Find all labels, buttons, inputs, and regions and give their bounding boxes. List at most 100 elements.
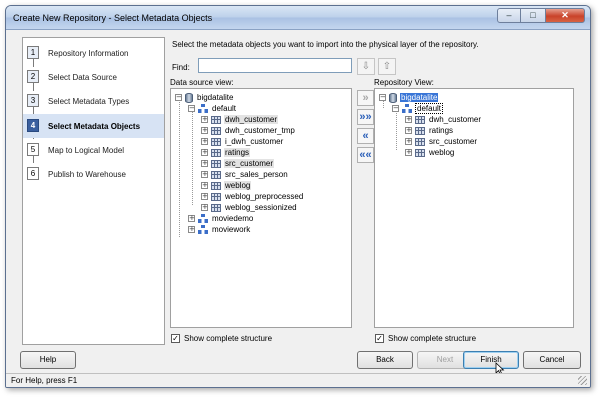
tree-guide-line [179,100,180,237]
title-bar[interactable]: Create New Repository - Select Metadata … [6,6,590,30]
tree-node-table[interactable]: + ratings [201,147,251,158]
tree-node-label: moviework [212,225,251,234]
checkbox-label: Show complete structure [184,334,273,343]
schema-icon [198,225,208,234]
wizard-step-select-metadata-types[interactable]: 3 Select Metadata Types [23,89,164,113]
collapse-icon[interactable]: − [379,94,386,101]
tree-node-schema[interactable]: + moviework [188,224,251,235]
expand-icon[interactable]: + [201,171,208,178]
tree-node-schema[interactable]: − default [188,103,237,114]
tree-node-label: weblog [224,181,252,190]
tree-node-label: bigdatalite [197,93,234,102]
checkbox-checked-icon[interactable]: ✓ [375,334,384,343]
tree-node-table[interactable]: + dwh_customer [201,114,279,125]
tree-node-table[interactable]: + weblog [201,180,252,191]
step-label: Map to Logical Model [48,146,125,155]
checkbox-label: Show complete structure [388,334,477,343]
back-button[interactable]: Back [357,351,413,369]
resize-grip-icon[interactable] [578,376,587,385]
tree-node-table[interactable]: + dwh_customer_tmp [201,125,296,136]
table-icon [415,126,425,135]
schema-icon [402,104,412,113]
expand-icon[interactable]: + [405,138,412,145]
expand-icon[interactable]: + [201,149,208,156]
expand-icon[interactable]: + [188,215,195,222]
wizard-step-repository-information[interactable]: 1 Repository Information [23,41,164,65]
tree-node-label: ratings [224,148,251,157]
status-bar: For Help, press F1 [6,373,590,387]
step-number: 4 [27,119,39,132]
wizard-step-select-data-source[interactable]: 2 Select Data Source [23,65,164,89]
tree-node-table[interactable]: + i_dwh_customer [201,136,284,147]
expand-icon[interactable]: + [201,204,208,211]
table-icon [211,170,221,179]
move-all-left-button[interactable]: «« [357,147,374,163]
tree-node-root[interactable]: − bigdatalite [175,92,234,103]
step-number: 5 [27,143,39,156]
table-icon [211,137,221,146]
database-icon [389,92,397,103]
data-source-tree[interactable]: − bigdatalite − default + dwh_customer +… [170,88,352,328]
cancel-button[interactable]: Cancel [523,351,581,369]
move-selected-left-button[interactable]: « [357,128,374,144]
repo-node-table[interactable]: + weblog [405,147,455,158]
data-source-view-label: Data source view: [170,78,234,87]
tree-node-table[interactable]: + weblog_preprocessed [201,191,304,202]
finish-button[interactable]: Finish [463,351,519,369]
repo-node-table[interactable]: + src_customer [405,136,478,147]
expand-icon[interactable]: + [201,116,208,123]
table-icon [415,137,425,146]
expand-icon[interactable]: + [405,149,412,156]
checkbox-checked-icon[interactable]: ✓ [171,334,180,343]
tree-node-label: src_customer [429,137,478,146]
close-icon[interactable]: ✕ [545,8,585,23]
repo-node-schema[interactable]: − default [392,103,444,114]
find-next-icon[interactable]: ⇩ [357,58,375,75]
collapse-icon[interactable]: − [392,105,399,112]
source-show-structure-checkbox[interactable]: ✓ Show complete structure [171,334,272,343]
table-icon [211,159,221,168]
find-previous-icon[interactable]: ⇧ [378,58,396,75]
move-selected-right-button[interactable]: » [357,90,374,106]
step-label: Repository Information [48,49,129,58]
repo-node-table[interactable]: + ratings [405,125,454,136]
tree-node-label: moviedemo [212,214,254,223]
expand-icon[interactable]: + [201,182,208,189]
table-icon [415,148,425,157]
find-label: Find: [172,63,190,72]
wizard-step-select-metadata-objects[interactable]: 4 Select Metadata Objects [23,114,164,138]
collapse-icon[interactable]: − [175,94,182,101]
repo-node-root[interactable]: − bigdatalite [379,92,439,103]
wizard-step-map-to-logical-model[interactable]: 5 Map to Logical Model [23,138,164,162]
collapse-icon[interactable]: − [188,105,195,112]
tree-node-label: src_sales_person [225,170,288,179]
expand-icon[interactable]: + [405,116,412,123]
tree-node-label: default [212,104,237,113]
step-number: 2 [27,70,39,83]
maximize-icon[interactable]: □ [521,8,545,23]
tree-node-schema[interactable]: + moviedemo [188,213,254,224]
repo-show-structure-checkbox[interactable]: ✓ Show complete structure [375,334,476,343]
expand-icon[interactable]: + [201,160,208,167]
expand-icon[interactable]: + [188,226,195,233]
tree-node-table[interactable]: + src_customer [201,158,275,169]
table-icon [211,148,221,157]
minimize-icon[interactable]: – [497,8,521,23]
move-all-right-button[interactable]: »» [357,109,374,125]
table-icon [211,181,221,190]
tree-node-label: dwh_customer_tmp [225,126,295,135]
schema-icon [198,214,208,223]
find-input[interactable] [198,58,352,73]
expand-icon[interactable]: + [201,127,208,134]
tree-node-table[interactable]: + weblog_sessionized [201,202,298,213]
wizard-step-publish-to-warehouse[interactable]: 6 Publish to Warehouse [23,162,164,186]
expand-icon[interactable]: + [405,127,412,134]
repository-tree[interactable]: − bigdatalite − default + dwh_customer +… [374,88,574,328]
expand-icon[interactable]: + [201,193,208,200]
tree-node-table[interactable]: + src_sales_person [201,169,289,180]
repo-node-table[interactable]: + dwh_customer [405,114,482,125]
help-button[interactable]: Help [20,351,76,369]
expand-icon[interactable]: + [201,138,208,145]
tree-guide-line [396,111,397,150]
tree-node-label: i_dwh_customer [225,137,284,146]
